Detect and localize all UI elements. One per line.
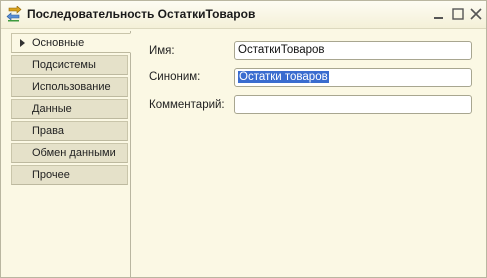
- tab-rights[interactable]: Права: [11, 121, 128, 141]
- current-tab-arrow-icon: [20, 39, 25, 47]
- minimize-icon[interactable]: [431, 5, 447, 23]
- tab-label: Данные: [32, 103, 72, 115]
- tab-main[interactable]: Основные: [11, 33, 131, 53]
- tab-label: Использование: [32, 81, 111, 93]
- comment-label: Комментарий:: [149, 99, 225, 111]
- close-icon[interactable]: [468, 5, 484, 23]
- synonym-value: Остатки товаров: [238, 71, 329, 83]
- name-field[interactable]: ОстаткиТоваров: [234, 41, 472, 60]
- tab-subsystems[interactable]: Подсистемы: [11, 55, 128, 75]
- tab-usage[interactable]: Использование: [11, 77, 128, 97]
- tab-label: Подсистемы: [32, 59, 96, 71]
- name-label: Имя:: [149, 45, 175, 57]
- tabs-panel: Основные Подсистемы Использование Данные…: [9, 31, 131, 277]
- tab-other[interactable]: Прочее: [11, 165, 128, 185]
- main-properties-panel: Имя: ОстаткиТоваров Синоним: Остатки тов…: [131, 31, 486, 277]
- tab-label: Права: [32, 125, 64, 137]
- synonym-field[interactable]: Остатки товаров: [234, 68, 472, 87]
- sequence-icon: [6, 5, 22, 22]
- tab-data[interactable]: Данные: [11, 99, 128, 119]
- tab-label: Обмен данными: [32, 147, 116, 159]
- sequence-editor-window: Последовательность ОстаткиТоваров Основн…: [0, 0, 487, 278]
- window-title: Последовательность ОстаткиТоваров: [27, 7, 256, 21]
- comment-field[interactable]: [234, 95, 472, 114]
- tab-label: Прочее: [32, 169, 70, 181]
- maximize-icon[interactable]: [450, 5, 466, 23]
- title-bar[interactable]: Последовательность ОстаткиТоваров: [1, 1, 486, 29]
- name-value: ОстаткиТоваров: [238, 44, 325, 56]
- synonym-label: Синоним:: [149, 71, 201, 83]
- tab-label: Основные: [32, 37, 85, 49]
- tab-data-exchange[interactable]: Обмен данными: [11, 143, 128, 163]
